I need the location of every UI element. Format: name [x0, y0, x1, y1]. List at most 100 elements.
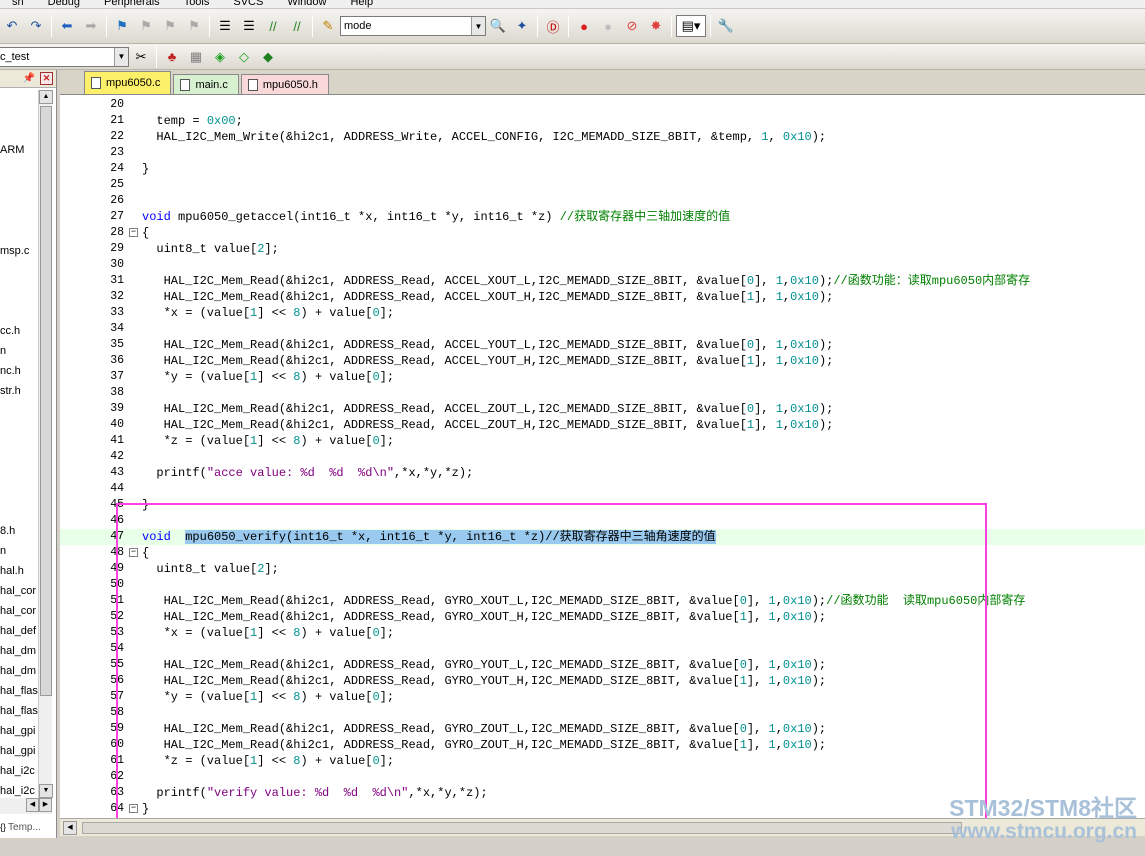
breakpoint-kill-all-icon[interactable]: ✸: [645, 15, 667, 37]
project-tree-item[interactable]: n: [0, 345, 6, 357]
indent-icon[interactable]: ☰: [214, 15, 236, 37]
bookmark-clear-icon[interactable]: ⚑: [183, 15, 205, 37]
project-tree-item[interactable]: n: [0, 545, 6, 557]
code-line[interactable]: 21 temp = 0x00;: [60, 113, 1145, 129]
code-line[interactable]: 20: [60, 97, 1145, 113]
select-packs-icon[interactable]: ◈: [209, 46, 231, 68]
bookmark-icon[interactable]: ⚑: [111, 15, 133, 37]
project-tree-item[interactable]: hal_cor: [0, 605, 36, 617]
code-line[interactable]: 28−{: [60, 225, 1145, 241]
project-hscrollbar[interactable]: ◀ ▶: [0, 798, 52, 814]
code-line[interactable]: 63 printf("verify value: %d %d %d\n",*x,…: [60, 785, 1145, 801]
menu-item[interactable]: Peripherals: [92, 0, 172, 8]
unindent-icon[interactable]: ☰: [238, 15, 260, 37]
editor-hscrollbar[interactable]: ◀: [60, 818, 1145, 836]
chevron-down-icon[interactable]: ▼: [471, 17, 485, 35]
manage-project-icon[interactable]: ♣: [161, 46, 183, 68]
code-line[interactable]: 37 *y = (value[1] << 8) + value[0];: [60, 369, 1145, 385]
code-line[interactable]: 55 HAL_I2C_Mem_Read(&hi2c1, ADDRESS_Read…: [60, 657, 1145, 673]
code-line[interactable]: 24}: [60, 161, 1145, 177]
code-line[interactable]: 57 *y = (value[1] << 8) + value[0];: [60, 689, 1145, 705]
project-tree-item[interactable]: hal_dm: [0, 665, 36, 677]
code-editor[interactable]: 20 21 temp = 0x00; 22 HAL_I2C_Mem_Write(&h…: [60, 94, 1145, 818]
comment-icon[interactable]: //: [262, 15, 284, 37]
redo-icon[interactable]: ↷: [25, 15, 47, 37]
pack-installer-icon[interactable]: ◆: [257, 46, 279, 68]
code-line[interactable]: 31 HAL_I2C_Mem_Read(&hi2c1, ADDRESS_Read…: [60, 273, 1145, 289]
code-line[interactable]: 40 HAL_I2C_Mem_Read(&hi2c1, ADDRESS_Read…: [60, 417, 1145, 433]
breakpoint-icon[interactable]: ●: [573, 15, 595, 37]
find-combo[interactable]: mode ▼: [340, 16, 486, 36]
code-line[interactable]: 41 *z = (value[1] << 8) + value[0];: [60, 433, 1145, 449]
code-line[interactable]: 30: [60, 257, 1145, 273]
scroll-left-icon[interactable]: ◀: [26, 798, 39, 812]
code-line[interactable]: 59 HAL_I2C_Mem_Read(&hi2c1, ADDRESS_Read…: [60, 721, 1145, 737]
uncomment-icon[interactable]: //: [286, 15, 308, 37]
wrench-icon[interactable]: 🔧: [715, 15, 737, 37]
project-tree-item[interactable]: hal_gpi: [0, 745, 35, 757]
fold-toggle-icon[interactable]: −: [129, 804, 138, 813]
code-line[interactable]: 33 *x = (value[1] << 8) + value[0];: [60, 305, 1145, 321]
code-line[interactable]: 46: [60, 513, 1145, 529]
project-tree-item[interactable]: cc.h: [0, 325, 20, 337]
project-tree-item[interactable]: msp.c: [0, 245, 29, 257]
chevron-down-icon[interactable]: ▼: [114, 47, 128, 66]
code-line[interactable]: 36 HAL_I2C_Mem_Read(&hi2c1, ADDRESS_Read…: [60, 353, 1145, 369]
code-line[interactable]: 22 HAL_I2C_Mem_Write(&hi2c1, ADDRESS_Wri…: [60, 129, 1145, 145]
nav-back-icon[interactable]: ⬅: [56, 15, 78, 37]
project-tree-item[interactable]: hal.h: [0, 565, 24, 577]
scroll-thumb[interactable]: [82, 822, 962, 834]
fold-toggle-icon[interactable]: −: [129, 548, 138, 557]
scroll-thumb[interactable]: [40, 106, 52, 696]
code-line[interactable]: 45}: [60, 497, 1145, 513]
code-line[interactable]: 39 HAL_I2C_Mem_Read(&hi2c1, ADDRESS_Read…: [60, 401, 1145, 417]
menu-item[interactable]: sh: [0, 0, 36, 8]
project-vscrollbar[interactable]: ▲ ▼: [38, 90, 53, 798]
project-tree-item[interactable]: nc.h: [0, 365, 21, 377]
manage-rte-icon[interactable]: ◇: [233, 46, 255, 68]
menu-item[interactable]: Help: [338, 0, 385, 8]
target-options-icon[interactable]: ✂: [130, 46, 152, 68]
code-line[interactable]: 60 HAL_I2C_Mem_Read(&hi2c1, ADDRESS_Read…: [60, 737, 1145, 753]
scroll-left-icon[interactable]: ◀: [63, 821, 77, 835]
code-line[interactable]: 48−{: [60, 545, 1145, 561]
code-line[interactable]: 61 *z = (value[1] << 8) + value[0];: [60, 753, 1145, 769]
tab-mpu6050-h[interactable]: mpu6050.h: [240, 74, 329, 94]
code-line[interactable]: 44: [60, 481, 1145, 497]
code-line[interactable]: 58: [60, 705, 1145, 721]
undo-icon[interactable]: ↶: [1, 15, 23, 37]
project-tree-item[interactable]: hal_i2c: [0, 785, 35, 797]
find-icon[interactable]: 🔍: [487, 15, 509, 37]
menu-item[interactable]: SVCS: [221, 0, 275, 8]
project-tree-item[interactable]: hal_def: [0, 625, 36, 637]
project-tree-item[interactable]: hal_flas: [0, 685, 38, 697]
code-line[interactable]: 50: [60, 577, 1145, 593]
code-line[interactable]: 34: [60, 321, 1145, 337]
project-tree-item[interactable]: str.h: [0, 385, 21, 397]
scroll-right-icon[interactable]: ▶: [39, 798, 52, 812]
code-line[interactable]: 23: [60, 145, 1145, 161]
pin-icon[interactable]: 📌: [23, 73, 35, 84]
tab-main-c[interactable]: main.c: [173, 74, 239, 94]
code-line[interactable]: 26: [60, 193, 1145, 209]
project-tree-item[interactable]: hal_gpi: [0, 725, 35, 737]
project-tree-item[interactable]: hal_cor: [0, 585, 36, 597]
tab-mpu6050-c[interactable]: mpu6050.c: [84, 71, 172, 94]
code-line[interactable]: 29 uint8_t value[2];: [60, 241, 1145, 257]
scroll-up-icon[interactable]: ▲: [39, 90, 53, 104]
project-tree-item[interactable]: 8.h: [0, 525, 15, 537]
window-layout-dropdown[interactable]: ▤▾: [676, 15, 706, 37]
breakpoint-disable-icon[interactable]: ●: [597, 15, 619, 37]
bookmark-prev-icon[interactable]: ⚑: [135, 15, 157, 37]
scroll-down-icon[interactable]: ▼: [39, 784, 53, 798]
code-line[interactable]: 35 HAL_I2C_Mem_Read(&hi2c1, ADDRESS_Read…: [60, 337, 1145, 353]
breakpoint-disable-all-icon[interactable]: ⊘: [621, 15, 643, 37]
code-line[interactable]: 62: [60, 769, 1145, 785]
templates-tab[interactable]: {} Temp...: [0, 818, 55, 836]
code-line[interactable]: 53 *x = (value[1] << 8) + value[0];: [60, 625, 1145, 641]
project-tree-item[interactable]: hal_dm: [0, 645, 36, 657]
project-tree-item[interactable]: hal_flas: [0, 705, 38, 717]
code-line[interactable]: 51 HAL_I2C_Mem_Read(&hi2c1, ADDRESS_Read…: [60, 593, 1145, 609]
incremental-find-icon[interactable]: ✦: [511, 15, 533, 37]
bookmark-next-icon[interactable]: ⚑: [159, 15, 181, 37]
